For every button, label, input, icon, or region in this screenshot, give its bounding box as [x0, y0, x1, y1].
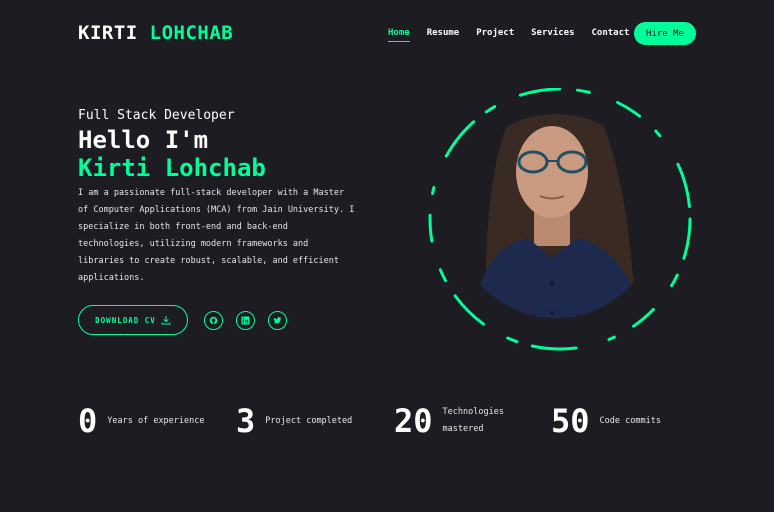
nav-home[interactable]: Home	[388, 28, 410, 42]
stat-label: Project completed	[265, 415, 353, 426]
stat-value: 50	[551, 402, 590, 440]
linkedin-icon	[241, 316, 250, 325]
download-icon	[161, 316, 171, 325]
hero-greeting: Hello I'm	[78, 126, 209, 154]
linkedin-link[interactable]	[236, 311, 255, 330]
hero-name: Kirti Lohchab	[78, 154, 266, 182]
stat-label: Technologies mastered	[442, 407, 504, 434]
github-link[interactable]	[204, 311, 223, 330]
twitter-link[interactable]	[268, 311, 287, 330]
stat-commits: 50 Code commits	[551, 402, 661, 440]
stat-technologies: 20 Technologies mastered	[394, 402, 513, 440]
stat-value: 20	[394, 402, 433, 440]
stat-experience: 0 Years of experience	[78, 402, 205, 440]
site-logo[interactable]: KIRTI LOHCHAB	[78, 22, 233, 44]
stat-projects: 3 Project completed	[236, 402, 352, 440]
download-cv-label: DOWNLOAD CV	[95, 315, 156, 325]
logo-second: LOHCHAB	[149, 22, 234, 44]
hero-role: Full Stack Developer	[78, 108, 235, 123]
profile-photo	[428, 87, 692, 351]
stat-value: 3	[236, 402, 256, 440]
nav-resume[interactable]: Resume	[427, 28, 460, 42]
download-cv-button[interactable]: DOWNLOAD CV	[78, 305, 188, 335]
profile-photo-area	[428, 87, 698, 354]
nav-services[interactable]: Services	[531, 28, 574, 42]
stat-label: Years of experience	[107, 415, 205, 426]
stat-label: Code commits	[599, 415, 661, 426]
main-nav: Home Resume Project Services Contact	[388, 28, 646, 42]
github-icon	[209, 316, 218, 325]
hero-bio: I am a passionate full-stack developer w…	[78, 188, 355, 283]
nav-contact[interactable]: Contact	[592, 28, 630, 42]
hire-me-button[interactable]: Hire Me	[634, 22, 696, 45]
logo-first: KIRTI	[78, 22, 138, 44]
twitter-icon	[273, 317, 282, 324]
stat-value: 0	[78, 402, 98, 440]
nav-project[interactable]: Project	[476, 28, 514, 42]
